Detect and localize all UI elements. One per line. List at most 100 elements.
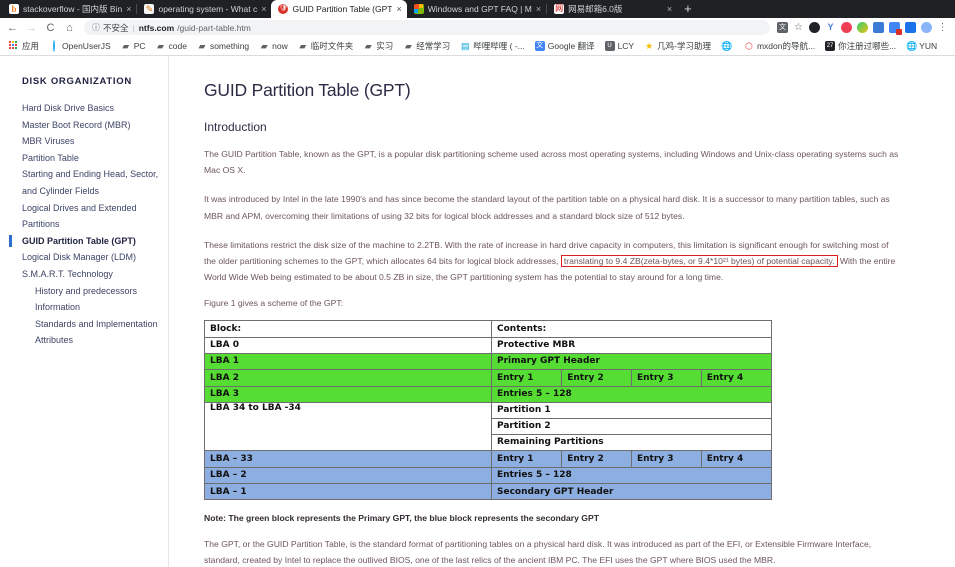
- tab-close-icon[interactable]: ×: [536, 4, 541, 14]
- paragraph-limitations: These limitations restrict the disk size…: [204, 237, 900, 286]
- tab-stackoverflow[interactable]: stackoverflow - 国内版 Bin ×: [2, 0, 136, 18]
- bookmark-star-icon[interactable]: ☆: [793, 22, 804, 33]
- cell-entries: Entry 1 Entry 2 Entry 3 Entry 4: [492, 369, 772, 386]
- highlighted-capacity-text: translating to 9.4 ZB(zeta-bytes, or 9.4…: [561, 255, 838, 267]
- sidebar-item-partition-table[interactable]: Partition Table: [22, 150, 168, 167]
- mastodon-icon: ⬡: [744, 41, 754, 51]
- sidebar-item-standards-and-implementation[interactable]: Standards and Implementation: [22, 316, 168, 333]
- cell-contents: Primary GPT Header: [492, 353, 772, 369]
- tab-close-icon[interactable]: ×: [261, 4, 266, 14]
- tab-title: Windows and GPT FAQ | M: [428, 4, 532, 14]
- header-contents: Contents:: [492, 321, 772, 337]
- star-icon: ★: [644, 41, 654, 51]
- tab-title: operating system - What c: [158, 4, 257, 14]
- bookmark-label: 应用: [22, 40, 39, 52]
- bookmark-lcy[interactable]: U LCY: [600, 41, 640, 51]
- browser-window: stackoverflow - 国内版 Bin × operating syst…: [0, 0, 955, 567]
- bookmark-jiji-study[interactable]: ★ 几鸡-学习助理: [639, 40, 716, 52]
- windows-icon: [414, 4, 424, 14]
- sidebar-item-history-and-predecessors[interactable]: History and predecessors: [22, 283, 168, 300]
- lcy-icon: U: [605, 41, 615, 51]
- bookmark-yun[interactable]: 🌐 YUN: [901, 41, 942, 51]
- cell-block-span: LBA 34 to LBA -34: [205, 402, 492, 450]
- bookmark-bilibili[interactable]: ▤ 哔哩哔哩 ( -...: [455, 40, 529, 52]
- bookmark-now[interactable]: ▰ now: [254, 41, 293, 51]
- bookmark-google-translate[interactable]: 文 Google 翻译: [530, 40, 600, 52]
- colorful-extension-icon[interactable]: [857, 22, 868, 33]
- blue-extension-icon[interactable]: [873, 22, 884, 33]
- info-icon[interactable]: ⓘ: [92, 22, 100, 33]
- puzzle-extension-icon[interactable]: [889, 22, 900, 33]
- sidebar-item-attributes[interactable]: Attributes: [22, 332, 168, 349]
- paragraph-history: It was introduced by Intel in the late 1…: [204, 191, 900, 223]
- entry-cell: Entry 1: [492, 370, 562, 386]
- article-content: GUID Partition Table (GPT) Introduction …: [169, 56, 955, 567]
- forward-button[interactable]: →: [24, 22, 39, 34]
- bookmark-label: YUN: [919, 41, 937, 51]
- last-extension-icon[interactable]: [905, 22, 916, 33]
- bookmark-apps[interactable]: 应用: [4, 40, 44, 52]
- google-translate-icon: 文: [535, 41, 545, 51]
- cell-block: LBA 0: [205, 337, 492, 353]
- cell-contents: Entries 5 – 128: [492, 467, 772, 483]
- bookmark-label: OpenUserJS: [62, 41, 111, 51]
- address-bar[interactable]: ⓘ 不安全 | ntfs.com/guid-part-table.htm: [84, 20, 770, 35]
- entries-subtable: Entry 1 Entry 2 Entry 3 Entry 4: [492, 370, 771, 386]
- sidebar-item-hard-disk-drive-basics[interactable]: Hard Disk Drive Basics: [22, 100, 168, 117]
- bookmark-frequent-study[interactable]: ▰ 经常学习: [398, 40, 455, 52]
- translate-icon[interactable]: 文: [777, 22, 788, 33]
- header-block: Block:: [205, 321, 492, 337]
- sidebar-item-logical-disk-manager[interactable]: Logical Disk Manager (LDM): [22, 249, 168, 266]
- new-tab-button[interactable]: +: [677, 0, 699, 18]
- omnibox-divider: |: [133, 23, 135, 33]
- dark-reader-icon[interactable]: [809, 22, 820, 33]
- cell-contents: Partition 2: [492, 418, 772, 434]
- tab-title: GUID Partition Table (GPT: [292, 4, 392, 14]
- table-header-row: Block: Contents:: [205, 321, 772, 337]
- tab-close-icon[interactable]: ×: [667, 4, 672, 14]
- bookmark-mxdon-nav[interactable]: ⬡ mxdon的导航...: [739, 40, 820, 52]
- profile-avatar[interactable]: [921, 22, 932, 33]
- folder-icon: ▰: [259, 41, 269, 51]
- bookmark-label: code: [169, 41, 187, 51]
- cell-block: LBA – 2: [205, 467, 492, 483]
- bookmark-label: 你注册过哪些...: [838, 40, 896, 52]
- sidebar-item-information[interactable]: Information: [22, 299, 168, 316]
- sidebar-item-starting-ending-head-sector[interactable]: Starting and Ending Head, Sector, and Cy…: [22, 166, 168, 199]
- y-extension-icon[interactable]: Y: [825, 22, 836, 33]
- sidebar-navigation: DISK ORGANIZATION Hard Disk Drive Basics…: [0, 56, 169, 567]
- tab-strip: stackoverflow - 国内版 Bin × operating syst…: [0, 0, 955, 18]
- tab-guid-partition-table[interactable]: GUID Partition Table (GPT ×: [271, 0, 406, 18]
- sidebar-item-logical-drives-extended-partitions[interactable]: Logical Drives and Extended Partitions: [22, 200, 168, 233]
- cell-block: LBA – 33: [205, 450, 492, 467]
- bookmark-globe[interactable]: 🌐: [716, 41, 739, 51]
- tab-close-icon[interactable]: ×: [396, 4, 401, 14]
- sidebar-item-master-boot-record[interactable]: Master Boot Record (MBR): [22, 117, 168, 134]
- home-icon[interactable]: ⌂: [62, 22, 77, 34]
- bookmark-code[interactable]: ▰ code: [151, 41, 192, 51]
- red-extension-icon[interactable]: [841, 22, 852, 33]
- sidebar-item-mbr-viruses[interactable]: MBR Viruses: [22, 133, 168, 150]
- bookmark-something[interactable]: ▰ something: [192, 41, 254, 51]
- bookmark-pc[interactable]: ▰ PC: [116, 41, 151, 51]
- back-button[interactable]: ←: [5, 22, 20, 34]
- security-label: 不安全: [103, 22, 129, 34]
- bookmark-label: mxdon的导航...: [757, 40, 815, 52]
- tab-windows-gpt-faq[interactable]: Windows and GPT FAQ | M ×: [407, 0, 546, 18]
- bookmark-temp-folder[interactable]: ▰ 临时文件夹: [293, 40, 359, 52]
- tab-operating-system[interactable]: operating system - What c ×: [137, 0, 271, 18]
- bookmark-openuserjs[interactable]: OpenUserJS: [44, 41, 116, 51]
- entries-subtable: Entry 1 Entry 2 Entry 3 Entry 4: [492, 451, 771, 467]
- bookmark-registered-sites[interactable]: 27 你注册过哪些...: [820, 40, 901, 52]
- entry-cell: Entry 4: [701, 451, 771, 467]
- bookmark-internship[interactable]: ▰ 实习: [358, 40, 398, 52]
- reload-icon[interactable]: C: [43, 22, 58, 34]
- tab-netease-mail[interactable]: 网易邮箱6.0版 ×: [547, 0, 677, 18]
- sidebar-item-guid-partition-table[interactable]: GUID Partition Table (GPT): [22, 233, 168, 250]
- chrome-menu-icon[interactable]: ⋮: [937, 22, 948, 33]
- shield-icon: [278, 4, 288, 14]
- sidebar-item-smart-technology[interactable]: S.M.A.R.T. Technology: [22, 266, 168, 283]
- cell-block: LBA – 1: [205, 483, 492, 499]
- bookmark-label: something: [210, 41, 249, 51]
- tab-close-icon[interactable]: ×: [126, 4, 131, 14]
